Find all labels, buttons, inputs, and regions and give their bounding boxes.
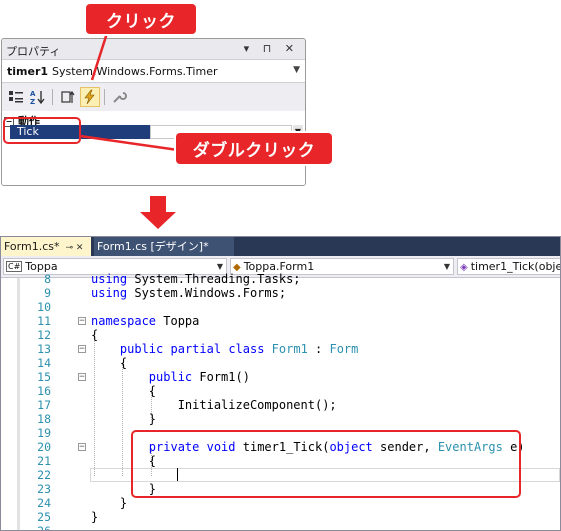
- down-arrow-icon: [140, 196, 176, 229]
- code-line: 17 InitializeComponent();: [37, 398, 337, 412]
- double-click-callout-label: ダブルクリック: [192, 141, 316, 161]
- code-line: 11 − namespace Toppa: [37, 314, 200, 328]
- click-callout-label: クリック: [106, 11, 176, 32]
- double-click-callout: ダブルクリック: [176, 133, 332, 164]
- collapse-icon[interactable]: −: [78, 373, 86, 382]
- pin-close-icon[interactable]: ⊸ ✕: [65, 243, 83, 253]
- document-tab-strip: Form1.cs* ⊸ ✕ Form1.cs [デザイン]*: [1, 237, 560, 256]
- handler-highlight: [131, 430, 521, 498]
- collapse-icon[interactable]: −: [78, 443, 86, 452]
- callout-connectors: [79, 29, 179, 152]
- code-line: 18 }: [37, 412, 157, 426]
- click-callout: クリック: [86, 4, 196, 34]
- code-line: 10: [37, 300, 51, 314]
- tab-form1-design[interactable]: Form1.cs [デザイン]*: [94, 237, 234, 256]
- collapse-icon[interactable]: −: [78, 317, 86, 326]
- code-line: 26: [37, 524, 51, 531]
- code-line: 15 − public Form1(): [37, 370, 250, 384]
- code-line: 13 − public partial class Form1 : Form: [37, 342, 359, 356]
- tab-label: Form1.cs*: [4, 240, 60, 253]
- collapse-icon[interactable]: −: [78, 345, 86, 354]
- tab-label: Form1.cs [デザイン]*: [97, 240, 209, 253]
- code-line: 9 using System.Windows.Forms;: [44, 286, 287, 300]
- code-line: 24 }: [37, 496, 128, 510]
- code-line: 12 {: [37, 328, 99, 342]
- code-line: 25 }: [37, 510, 99, 524]
- csharp-icon: C#: [6, 261, 23, 272]
- code-line: 8 using System.Threading.Tasks;: [44, 272, 301, 286]
- tab-form1-cs[interactable]: Form1.cs* ⊸ ✕: [1, 237, 91, 256]
- code-line: 16 {: [37, 384, 157, 398]
- code-line: 14 {: [37, 356, 128, 370]
